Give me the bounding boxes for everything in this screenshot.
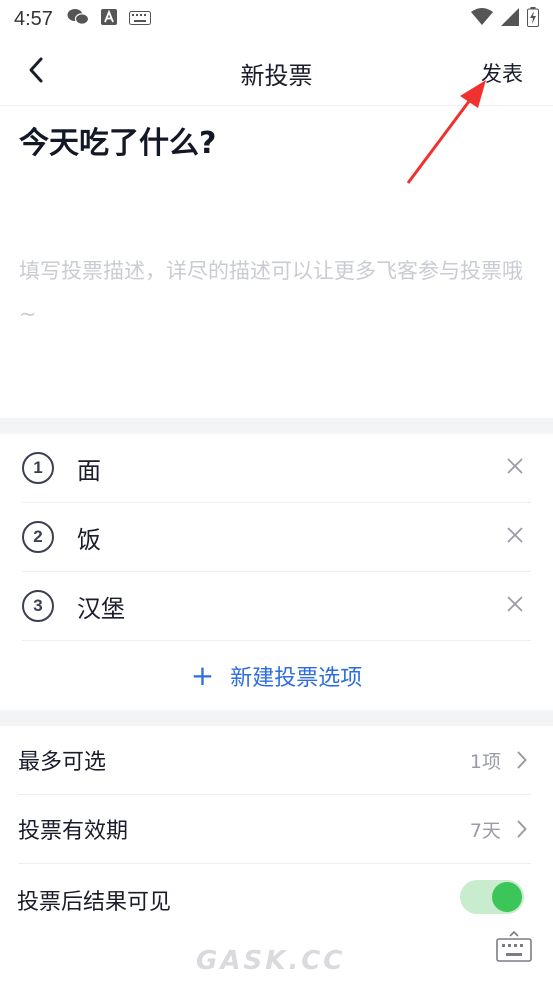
section-divider [0, 418, 553, 434]
setting-label: 投票后结果可见 [17, 890, 172, 915]
max-choices-setting[interactable]: 最多可选 1项 [18, 726, 531, 795]
setting-label: 投票有效期 [18, 819, 129, 844]
app-header: 新投票 发表 [0, 38, 553, 106]
section-divider [0, 710, 553, 726]
keyboard-toggle-button[interactable] [494, 928, 534, 968]
close-icon [507, 527, 523, 547]
status-time: 4:57 [14, 7, 53, 30]
page-title: 新投票 [240, 62, 313, 90]
signal-icon [501, 8, 519, 30]
close-icon [507, 458, 523, 478]
result-visible-toggle[interactable] [460, 880, 524, 914]
status-bar: 4:57 [0, 0, 553, 38]
option-number-badge: 1 [22, 452, 54, 484]
keyboard-icon [495, 929, 533, 967]
option-text[interactable]: 饭 [77, 520, 101, 555]
option-number-badge: 2 [22, 521, 54, 553]
wechat-icon [67, 8, 90, 30]
poll-title-input[interactable]: 今天吃了什么? [19, 118, 534, 162]
poll-option-row[interactable]: 3 汉堡 [22, 572, 531, 641]
add-option-label: 新建投票选项 [230, 666, 363, 691]
bottom-bar: GASK.CC [0, 924, 553, 984]
setting-value: 1项 [469, 750, 501, 773]
result-visible-setting: 投票后结果可见 [0, 864, 553, 924]
poll-options: 1 面 2 饭 3 汉堡 + 新建投票选项 [0, 434, 553, 691]
status-icons-right [471, 7, 539, 31]
status-icons-left [67, 8, 151, 30]
option-text[interactable]: 面 [77, 451, 101, 486]
setting-value: 7天 [469, 819, 501, 842]
remove-option-button[interactable] [503, 456, 527, 480]
option-number-badge: 3 [22, 590, 54, 622]
poll-option-row[interactable]: 2 饭 [22, 503, 531, 572]
plus-icon: + [190, 659, 215, 692]
option-text[interactable]: 汉堡 [77, 589, 125, 624]
keyboard-indicator-icon [128, 10, 151, 29]
add-option-button[interactable]: + 新建投票选项 [0, 641, 553, 711]
chevron-right-icon [517, 750, 531, 770]
remove-option-button[interactable] [503, 594, 527, 618]
chevron-right-icon [517, 819, 531, 839]
publish-button[interactable]: 发表 [481, 58, 523, 88]
watermark: GASK.CC [196, 946, 346, 976]
toggle-knob [492, 882, 522, 912]
validity-period-setting[interactable]: 投票有效期 7天 [18, 795, 531, 864]
poll-option-row[interactable]: 1 面 [22, 434, 531, 503]
battery-charging-icon [527, 7, 539, 31]
a-app-icon [100, 9, 117, 29]
poll-description-input[interactable]: 填写投票描述，详尽的描述可以让更多飞客参与投票哦~ [19, 250, 539, 336]
remove-option-button[interactable] [503, 525, 527, 549]
wifi-icon [471, 8, 493, 30]
poll-settings: 最多可选 1项 投票有效期 7天 [0, 726, 553, 864]
setting-label: 最多可选 [18, 750, 107, 775]
close-icon [507, 596, 523, 616]
